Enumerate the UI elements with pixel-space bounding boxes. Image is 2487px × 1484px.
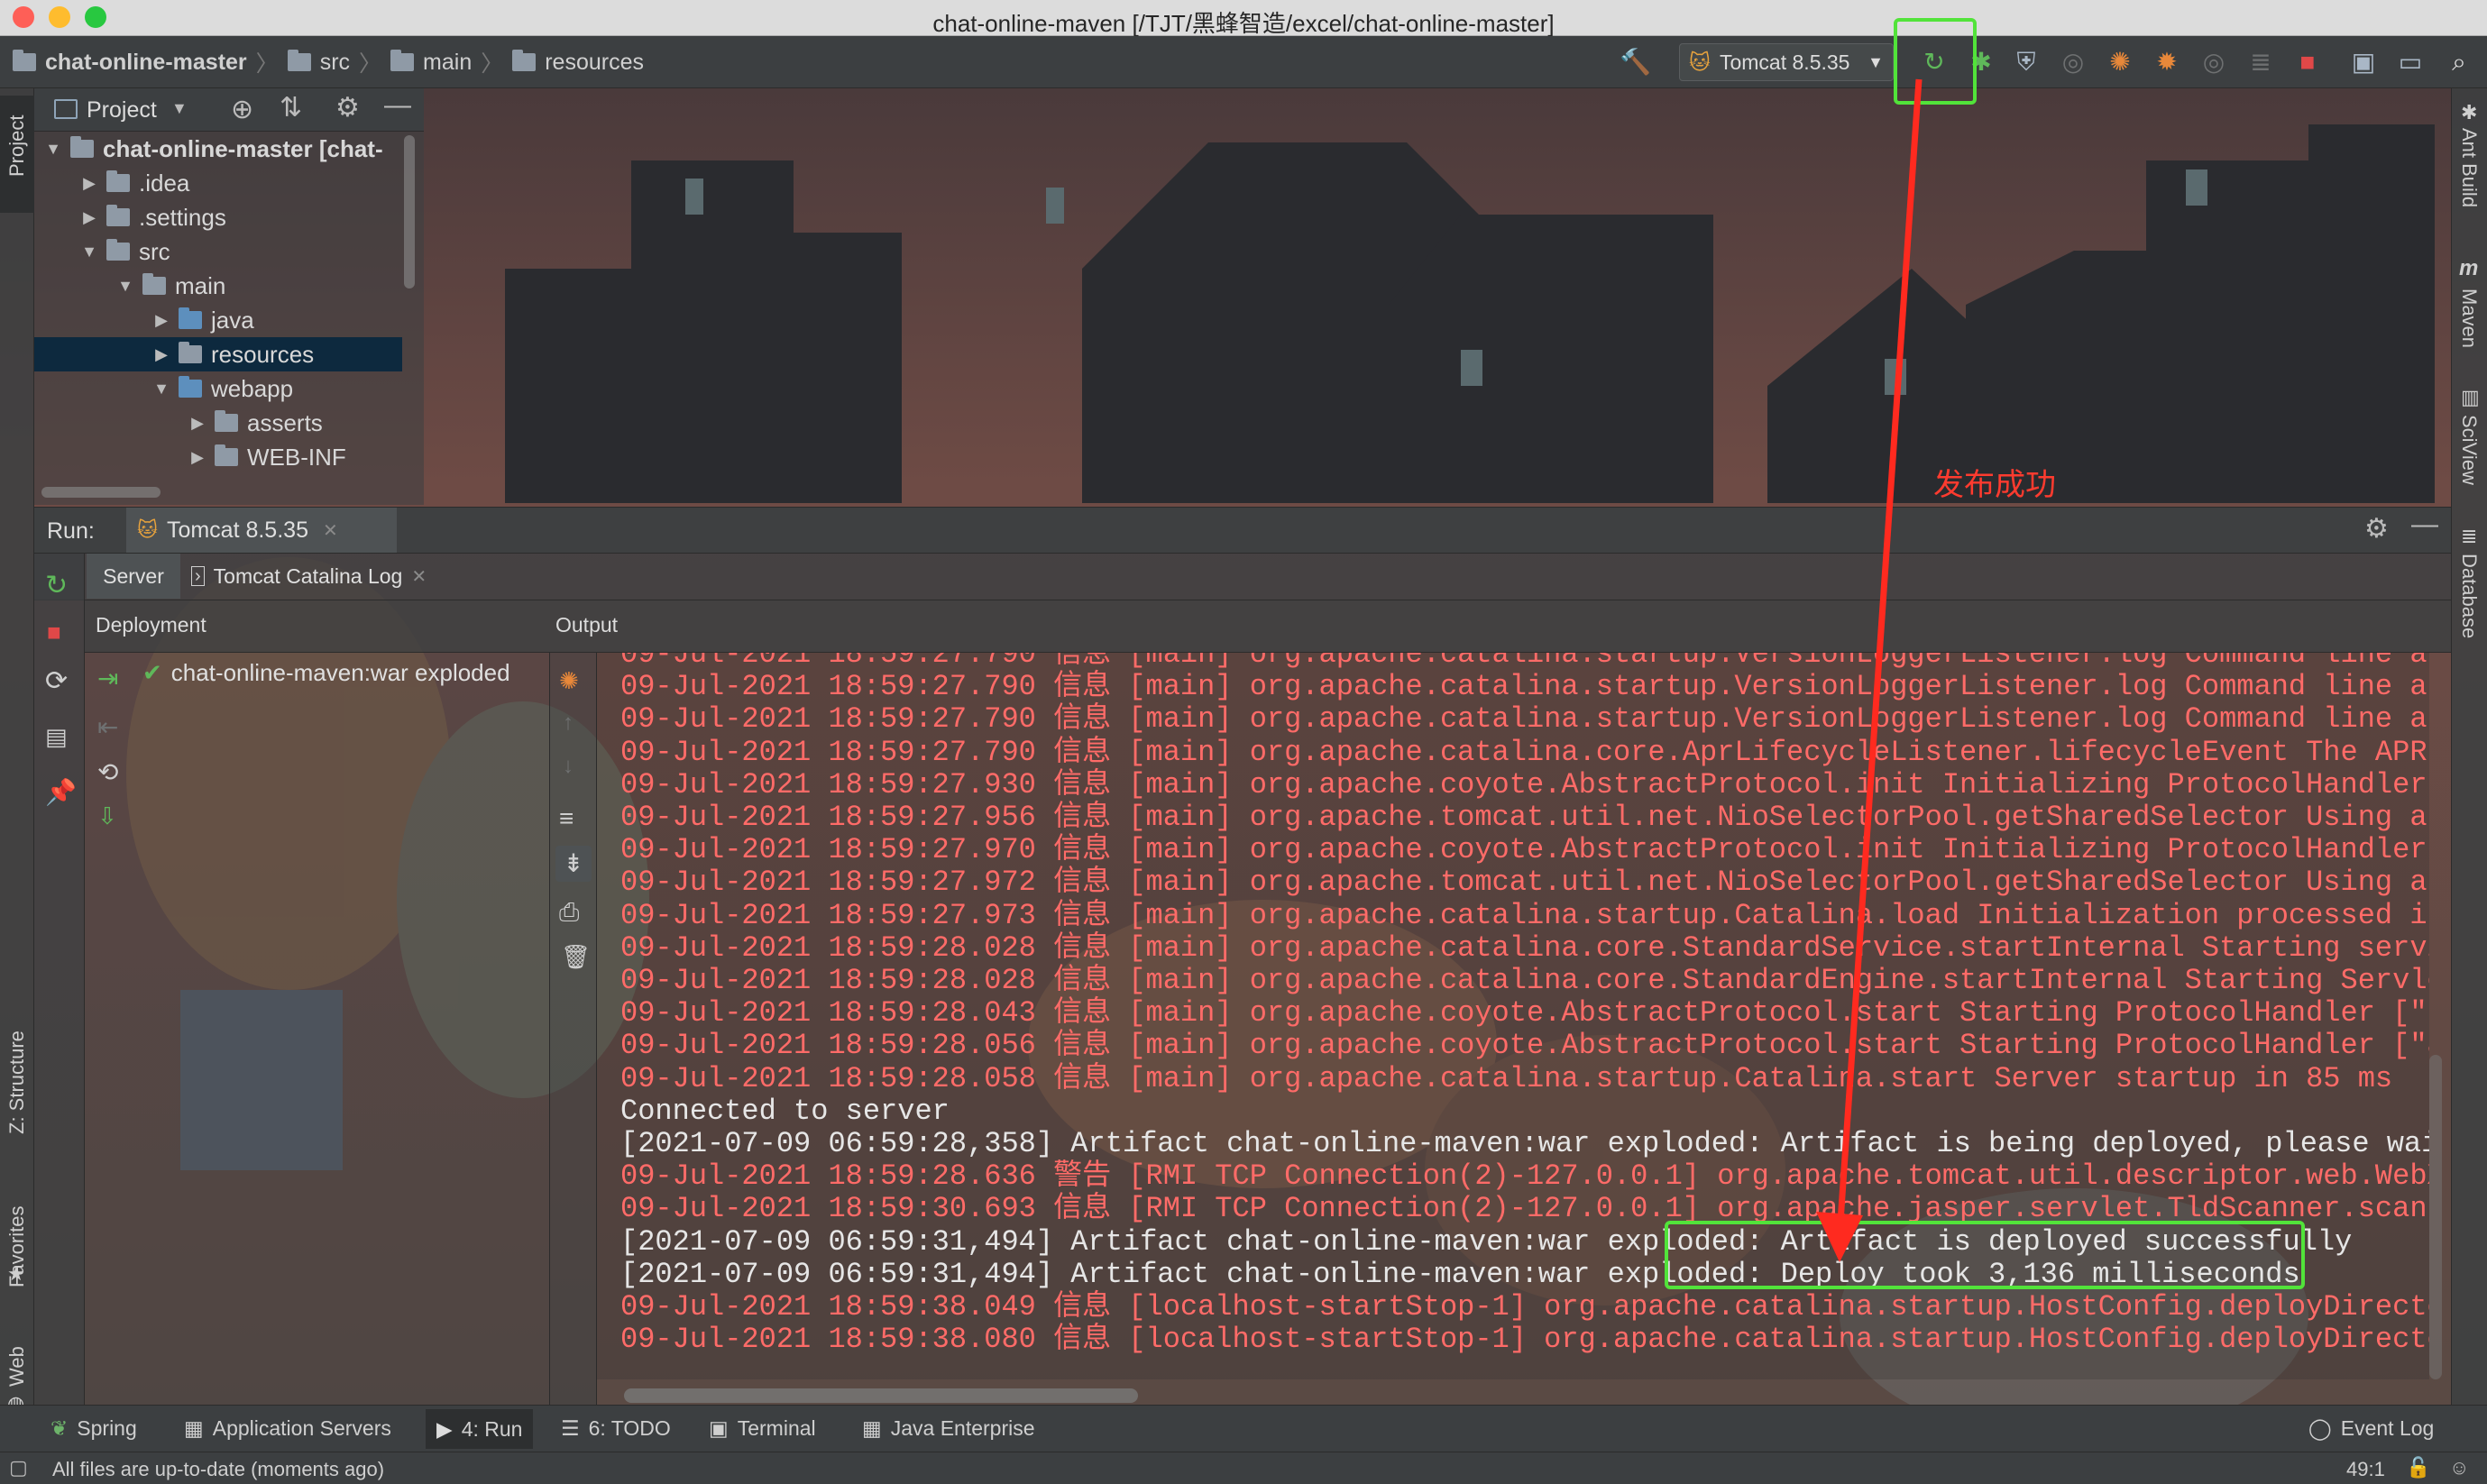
run-tool-button[interactable]: ▶ 4: Run — [426, 1409, 534, 1449]
annotation-arrow — [1816, 78, 1923, 1262]
event-log-tool-button[interactable]: ◯ Event Log — [2308, 1416, 2434, 1441]
lock-icon[interactable]: 🔓 — [2406, 1456, 2430, 1479]
run-tool-label: 4: Run — [461, 1417, 523, 1441]
list-icon: ☰ — [561, 1416, 580, 1440]
terminal-tool-button[interactable]: ▣ Terminal — [709, 1416, 816, 1441]
java-enterprise-tool-button[interactable]: ▦ Java Enterprise — [862, 1416, 1035, 1441]
event-log-bubble-icon: ◯ — [2308, 1416, 2332, 1440]
annotation-label: 发布成功 — [1933, 467, 2056, 503]
spring-label: Spring — [77, 1416, 137, 1440]
status-message: All files are up-to-date (moments ago) — [52, 1458, 385, 1480]
todo-tool-button[interactable]: ☰ 6: TODO — [561, 1416, 671, 1441]
app-servers-tool-button[interactable]: ▦ Application Servers — [184, 1416, 391, 1441]
app-servers-label: Application Servers — [212, 1416, 391, 1440]
server-icon: ▦ — [184, 1416, 204, 1440]
inspector-icon[interactable]: ☺ — [2449, 1456, 2469, 1479]
tool-window-toggle-icon[interactable]: ▢ — [9, 1456, 28, 1479]
tool-windows-bar: ❦ Spring ▦ Application Servers ▶ 4: Run ☰ 6:… — [0, 1405, 2487, 1452]
java-enterprise-label: Java Enterprise — [890, 1416, 1035, 1440]
spring-tool-button[interactable]: ❦ Spring — [50, 1416, 137, 1441]
status-bar: ▢ All files are up-to-date (moments ago)… — [0, 1452, 2487, 1484]
event-log-label: Event Log — [2340, 1416, 2435, 1440]
terminal-icon: ▣ — [709, 1416, 729, 1440]
spring-leaf-icon: ❦ — [50, 1416, 69, 1440]
todo-label: 6: TODO — [588, 1416, 671, 1440]
cursor-position[interactable]: 49:1 — [2346, 1458, 2385, 1481]
play-icon: ▶ — [436, 1416, 453, 1441]
java-enterprise-icon: ▦ — [862, 1416, 882, 1440]
terminal-label: Terminal — [737, 1416, 816, 1440]
